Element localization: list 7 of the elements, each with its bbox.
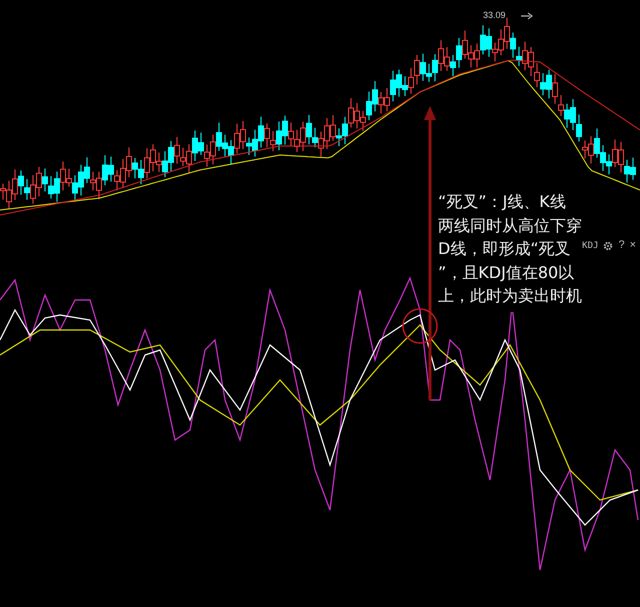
highlight-circle xyxy=(402,308,438,344)
help-button[interactable]: ? xyxy=(618,240,625,251)
arrow-icon xyxy=(520,12,533,20)
settings-icon[interactable] xyxy=(603,240,614,250)
price-high-label: 33.09 xyxy=(483,10,506,20)
close-button[interactable]: × xyxy=(630,240,636,251)
indicator-name: KDJ xyxy=(582,240,598,250)
